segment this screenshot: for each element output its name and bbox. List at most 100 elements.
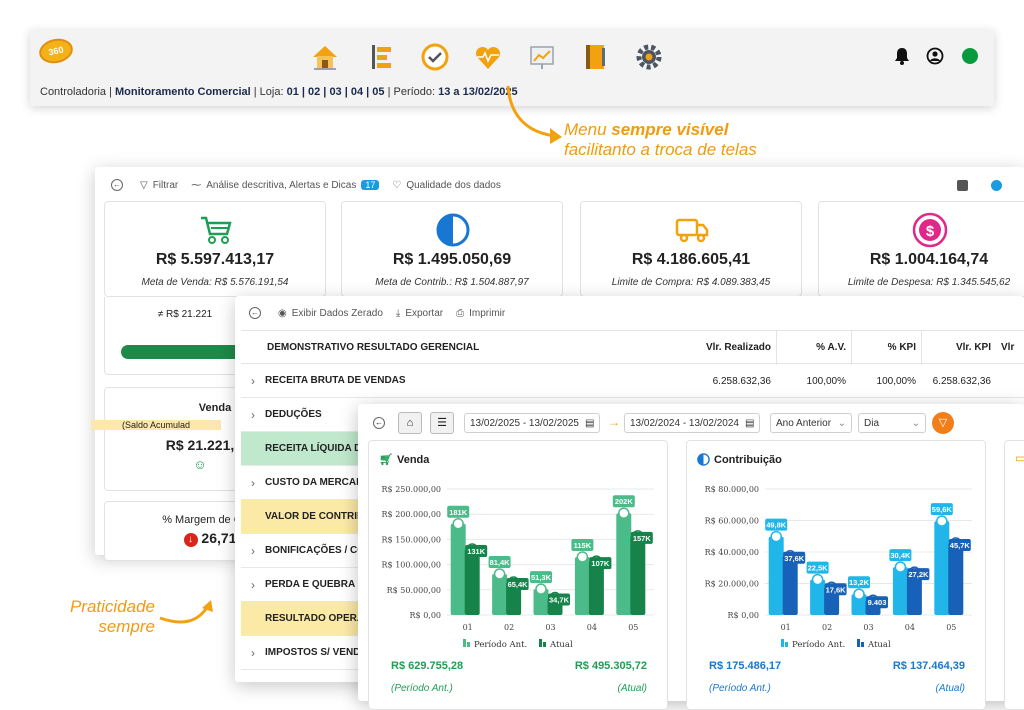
breadcrumb-section[interactable]: Controladoria | — [40, 86, 115, 98]
pulse-icon: ⁓ — [191, 179, 202, 191]
show-zero-button[interactable]: Exibir Dados Zerado — [292, 308, 383, 319]
panel1-toolbar: ← ▽ Filtrar ⁓ Análise descritiva, Alerta… — [111, 179, 501, 191]
chevron-right-icon[interactable]: › — [241, 646, 265, 660]
print-button[interactable]: Imprimir — [469, 308, 505, 319]
store-icon[interactable]: ⌂ — [398, 412, 422, 434]
dollar-coin-icon: $ — [912, 212, 948, 248]
bar-cap — [770, 530, 782, 543]
breadcrumb-page[interactable]: Monitoramento Comercial — [115, 86, 251, 98]
gear-icon[interactable] — [634, 42, 664, 72]
legend-swatch — [785, 642, 788, 647]
heart-pulse-icon[interactable] — [473, 42, 503, 72]
calendar-icon[interactable]: ▤ — [745, 418, 754, 429]
quality-button[interactable]: Qualidade dos dados — [406, 180, 501, 191]
date-range-previous[interactable]: 13/02/2024 - 13/02/2024 ▤ — [624, 413, 761, 433]
compare-select[interactable]: Ano Anterior ⌄ — [770, 413, 852, 433]
bar-cap — [618, 507, 630, 519]
total-current: R$ 495.305,72 — [574, 660, 647, 672]
legend-label: Atual — [867, 640, 891, 647]
export-button[interactable]: Exportar — [405, 308, 443, 319]
kpi-card-contribution: R$ 1.495.050,69 Meta de Contrib.: R$ 1.5… — [341, 201, 563, 297]
sliders-icon[interactable]: ☰ — [430, 412, 454, 434]
bar-cap — [811, 573, 824, 586]
callout-arrow-icon — [506, 85, 562, 144]
chevron-right-icon[interactable]: › — [241, 578, 265, 592]
data-label: 22,5K — [808, 564, 829, 573]
quality-icon: ♡ — [392, 179, 402, 191]
total-previous: R$ 629.755,28 — [391, 660, 464, 672]
legend-label: Atual — [549, 640, 573, 647]
data-label: 65,4K — [508, 580, 529, 589]
prat-callout-l1: Praticidade — [69, 597, 155, 616]
chart-board-icon[interactable] — [527, 42, 557, 72]
filter-button[interactable]: Filtrar — [153, 180, 179, 191]
y-tick-label: R$ 20.000,00 — [705, 580, 759, 589]
table-row[interactable]: › RECEITA BRUTA DE VENDAS 6.258.632,36 10… — [241, 364, 1024, 398]
y-tick-label: R$ 0,00 — [410, 611, 441, 620]
venda-bar-chart: R$ 250.000,00 R$ 200.000,00 R$ 150.000,00 R… — [382, 485, 654, 647]
home-icon[interactable] — [310, 42, 340, 72]
database-icon[interactable] — [991, 180, 1002, 191]
breadcrumb-stores[interactable]: 01 | 02 | 03 | 04 | 05 — [287, 86, 385, 98]
bar — [768, 536, 784, 615]
col-header[interactable]: Vlr. KPI — [926, 342, 991, 353]
info-icon[interactable] — [957, 180, 968, 191]
filter-icon[interactable]: ▽ — [140, 180, 148, 191]
y-tick-label: R$ 150.000,00 — [382, 535, 441, 544]
bar — [464, 548, 480, 615]
x-tick-label: 02 — [822, 623, 832, 632]
col-header[interactable]: Vlr. Realizado — [681, 342, 771, 353]
row-label: RESULTADO OPERAC — [265, 613, 372, 624]
chevron-right-icon[interactable]: › — [241, 544, 265, 558]
bar — [934, 521, 950, 615]
notebook-icon[interactable] — [580, 42, 610, 72]
chevron-right-icon[interactable]: › — [241, 476, 265, 490]
venda-saldo: (Saldo Acumulad — [91, 420, 221, 430]
user-circle-icon[interactable] — [926, 47, 944, 65]
row-label: BONIFICAÇÕES / CO — [265, 545, 366, 556]
back-icon[interactable]: ← — [373, 417, 385, 429]
col-header[interactable]: % A.V. — [781, 342, 846, 353]
margin-value: 26,71 — [201, 530, 237, 546]
date-range-previous-text: 13/02/2024 - 13/02/2024 — [630, 417, 739, 429]
analysis-button[interactable]: Análise descritiva, Alertas e Dicas — [206, 180, 356, 191]
data-label: 34,7K — [549, 596, 570, 605]
down-arrow-icon: ↓ — [183, 533, 198, 547]
data-label: 202K — [615, 497, 634, 506]
total-current-label: (Atual) — [617, 683, 647, 694]
x-tick-label: 03 — [545, 623, 555, 632]
bell-icon[interactable] — [894, 47, 910, 65]
bar — [630, 535, 646, 615]
filter-icon[interactable]: ▽ — [932, 412, 954, 434]
row-label: DEDUÇÕES — [265, 409, 322, 420]
data-label: 107K — [591, 559, 610, 568]
bar — [588, 561, 604, 615]
check-circle-icon[interactable] — [420, 42, 450, 72]
bar-cap — [936, 515, 948, 527]
granularity-select[interactable]: Dia ⌄ — [858, 413, 926, 433]
col-header[interactable]: % KPI — [856, 342, 916, 353]
chevron-down-icon: ⌄ — [837, 417, 846, 429]
total-previous-label: (Período Ant.) — [391, 683, 453, 694]
chevron-right-icon[interactable]: › — [241, 408, 265, 422]
chart-title-text: Venda — [396, 453, 430, 466]
legend-swatch — [861, 642, 864, 647]
praticidade-callout: Praticidade sempre — [45, 597, 155, 637]
x-tick-label: 04 — [905, 623, 915, 632]
chart-card-venda: 🛒︎ Venda R$ 250.000,00 R$ 200.000,00 R$ 150… — [368, 440, 668, 710]
x-tick-label: 05 — [628, 623, 638, 632]
y-tick-label: R$ 200.000,00 — [382, 510, 441, 519]
app-logo[interactable]: 360 — [36, 35, 76, 67]
calendar-icon[interactable]: ▤ — [585, 418, 594, 429]
col-header[interactable]: Vlr — [1001, 342, 1014, 353]
chevron-right-icon[interactable]: › — [241, 374, 265, 388]
back-icon[interactable]: ← — [111, 179, 123, 191]
list-icon[interactable] — [366, 42, 396, 72]
back-icon[interactable]: ← — [249, 307, 261, 319]
cart-icon — [201, 216, 232, 244]
legend-label: Período Ant. — [474, 639, 527, 647]
data-label: 9.403 — [868, 598, 887, 607]
data-label: 13,2K — [849, 578, 870, 587]
y-tick-label: R$ 0,00 — [728, 611, 759, 620]
date-range-current[interactable]: 13/02/2025 - 13/02/2025 ▤ — [464, 413, 601, 433]
